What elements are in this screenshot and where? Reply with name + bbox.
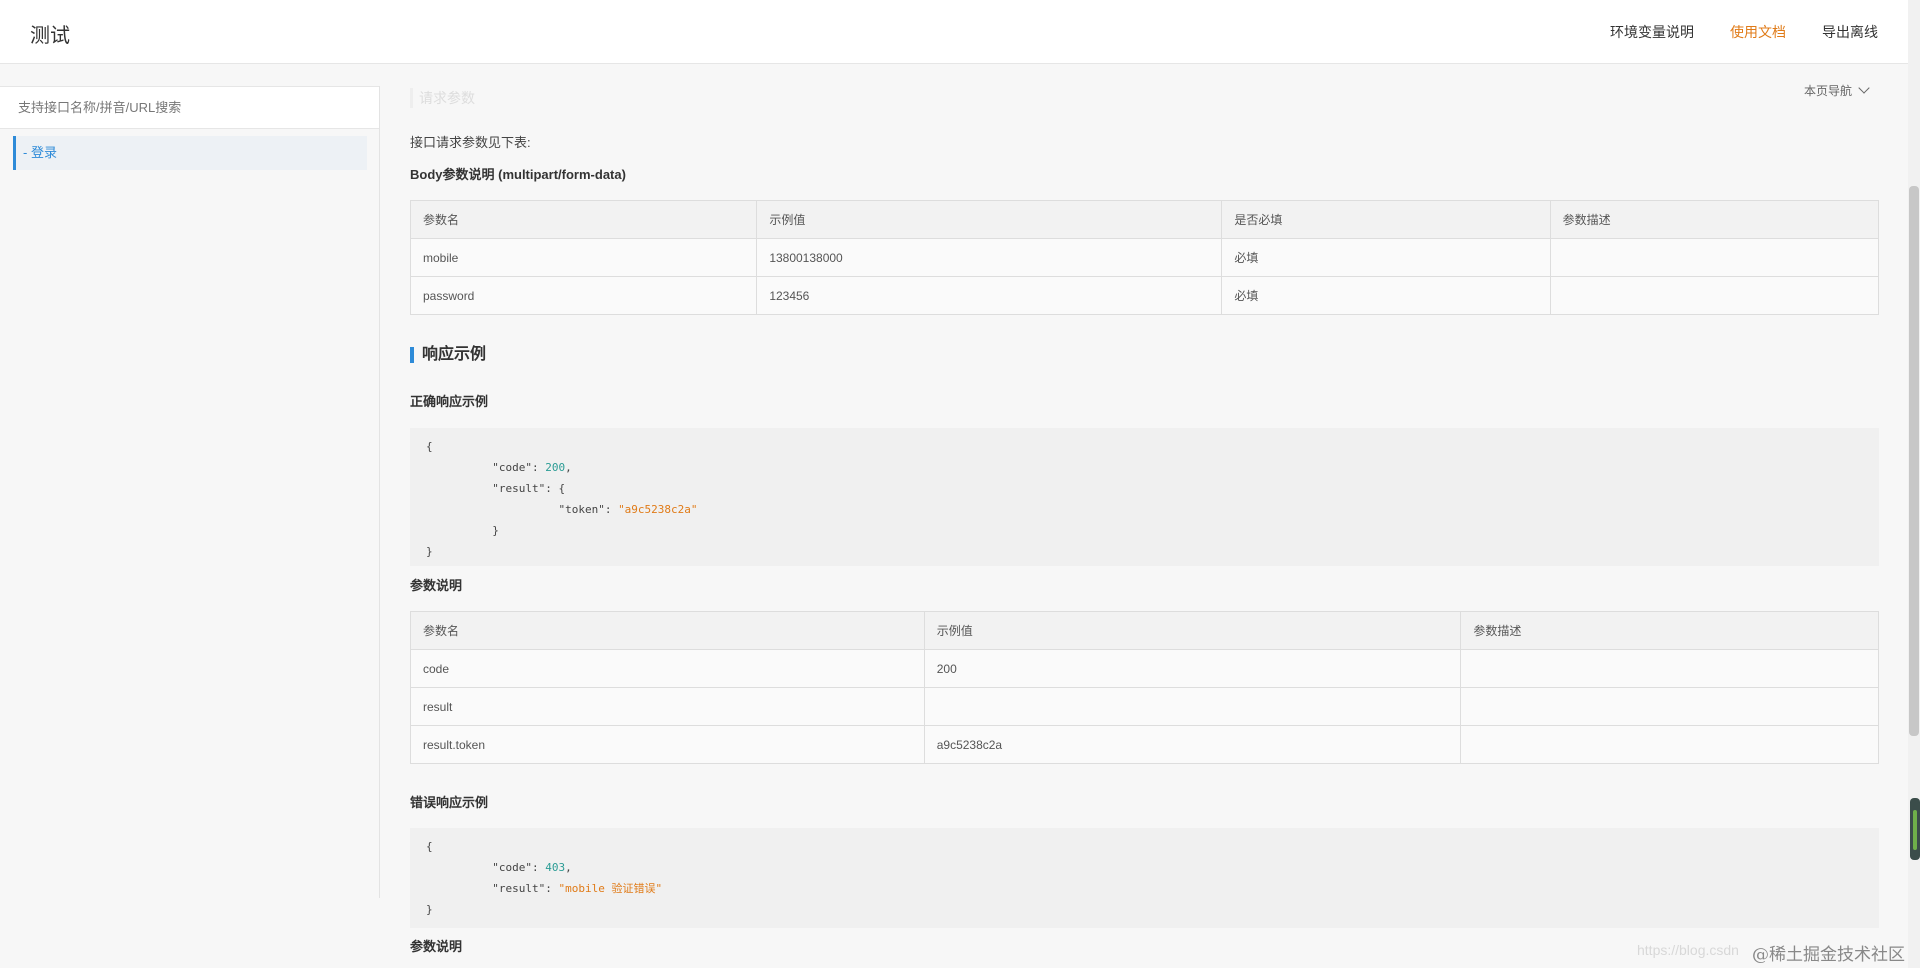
nav-export-offline[interactable]: 导出离线 [1822, 22, 1878, 42]
body-params-table: 参数名 示例值 是否必填 参数描述 mobile 13800138000 必填 … [409, 200, 1880, 315]
table-cell: result.token [410, 725, 925, 764]
code-line: "code": 403, [492, 861, 572, 874]
table-cell [923, 687, 1462, 726]
code-line: "code": 200, [492, 461, 572, 474]
table-row: mobile 13800138000 必填 [409, 238, 1880, 277]
scrollbar-thumb[interactable] [1909, 186, 1919, 736]
table-cell [1460, 649, 1879, 688]
code-line: } [492, 524, 499, 537]
watermark: @稀土掘金技术社区 [1752, 945, 1905, 965]
code-line: { [426, 440, 433, 453]
sidebar: - 登录 [0, 86, 380, 898]
table-cell: 13800138000 [756, 238, 1223, 277]
search-box [0, 86, 379, 129]
table-header-row: 参数名 示例值 是否必填 参数描述 [409, 200, 1880, 239]
app-title: 测试 [30, 25, 70, 47]
top-nav: 环境变量说明 使用文档 导出离线 [1610, 22, 1878, 42]
table-cell: 必填 [1221, 238, 1551, 277]
sidebar-item-login[interactable]: - 登录 [13, 136, 367, 170]
code-line: } [426, 545, 433, 558]
table-header: 参数描述 [1460, 611, 1879, 650]
table-header: 示例值 [756, 200, 1223, 239]
table-cell [1460, 725, 1879, 764]
table-cell: 123456 [756, 276, 1223, 315]
table-cell: code [410, 649, 925, 688]
faded-watermark-url: https://blog.csdn [1637, 942, 1739, 958]
response-section-title: 响应示例 [410, 347, 486, 363]
table-row: result [410, 687, 1879, 726]
main-content: 请求参数 本页导航 接口请求参数见下表: Body参数说明 (multipart… [380, 64, 1908, 968]
table-cell: 必填 [1221, 276, 1551, 315]
chevron-down-icon [1858, 82, 1870, 94]
table-cell: a9c5238c2a [923, 725, 1462, 764]
faded-section-heading: 请求参数 [410, 88, 475, 108]
code-line: { [426, 840, 433, 853]
table-header: 参数描述 [1549, 200, 1880, 239]
table-header: 参数名 [410, 611, 925, 650]
table-cell: mobile [409, 238, 758, 277]
success-response-title: 正确响应示例 [410, 394, 489, 409]
code-line: } [426, 903, 433, 916]
error-code-block: { "code": 403, "result": "mobile 验证错误" } [410, 828, 1879, 928]
body-params-title: Body参数说明 (multipart/form-data) [410, 167, 626, 182]
params-description-title-2: 参数说明 [410, 939, 463, 954]
page-nav-label: 本页导航 [1803, 84, 1852, 98]
table-row: password 123456 必填 [409, 276, 1880, 315]
side-widget-indicator [1913, 810, 1917, 850]
table-header: 示例值 [923, 611, 1462, 650]
nav-docs[interactable]: 使用文档 [1730, 22, 1786, 42]
intro-text: 接口请求参数见下表: [410, 135, 531, 150]
code-line: "token": "a9c5238c2a" [558, 503, 698, 516]
code-line: "result": "mobile 验证错误" [492, 882, 663, 895]
table-cell: 200 [923, 649, 1462, 688]
search-input[interactable] [0, 87, 379, 128]
top-header: 测试 环境变量说明 使用文档 导出离线 [0, 0, 1908, 64]
nav-env-vars[interactable]: 环境变量说明 [1610, 22, 1694, 42]
table-cell: result [410, 687, 925, 726]
table-cell: password [409, 276, 758, 315]
success-code-block: { "code": 200, "result": { "token": "a9c… [410, 428, 1879, 566]
table-row: result.token a9c5238c2a [410, 725, 1879, 764]
table-cell [1549, 276, 1880, 315]
table-header: 是否必填 [1221, 200, 1551, 239]
table-header: 参数名 [409, 200, 758, 239]
params-description-title: 参数说明 [410, 578, 463, 593]
table-cell [1460, 687, 1879, 726]
code-line: "result": { [492, 482, 566, 495]
page-nav-dropdown[interactable]: 本页导航 [1803, 82, 1870, 99]
table-cell [1549, 238, 1880, 277]
table-row: code 200 [410, 649, 1879, 688]
table-header-row: 参数名 示例值 参数描述 [410, 611, 1879, 650]
response-params-table: 参数名 示例值 参数描述 code 200 result result.toke… [410, 611, 1879, 764]
error-response-title: 错误响应示例 [410, 795, 489, 810]
